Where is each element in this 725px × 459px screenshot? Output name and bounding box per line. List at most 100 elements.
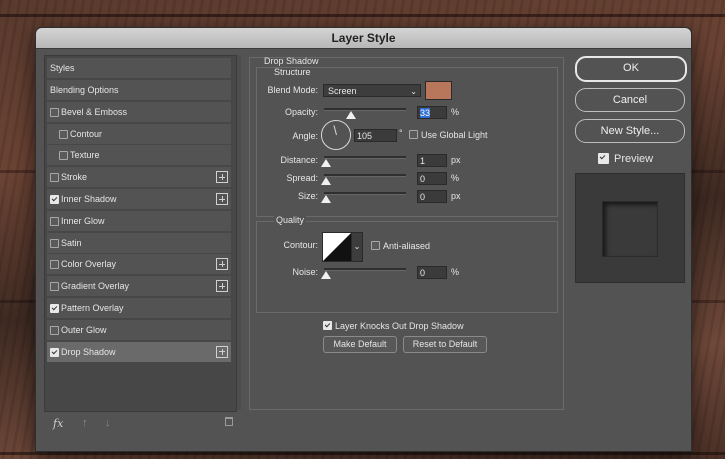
spread-input[interactable]: 0: [417, 172, 447, 185]
style-item-blending-options[interactable]: Blending Options: [47, 80, 231, 101]
style-item-label: Gradient Overlay: [61, 281, 130, 292]
anti-aliased-checkbox[interactable]: [371, 241, 380, 250]
contour-preview[interactable]: [322, 232, 352, 262]
structure-group: Structure Blend Mode: Screen ⌄ Opacity: …: [256, 67, 558, 217]
opacity-unit: %: [451, 107, 460, 117]
spread-slider-track[interactable]: [324, 174, 406, 177]
style-item-label: Drop Shadow: [61, 346, 116, 357]
distance-slider-track[interactable]: [324, 156, 406, 159]
preview-thumbnail: [575, 173, 685, 283]
add-effect-plus-icon[interactable]: [216, 193, 228, 205]
angle-input[interactable]: 105: [354, 129, 397, 142]
style-item-label: Satin: [61, 237, 82, 248]
style-item-satin[interactable]: Satin: [47, 232, 231, 254]
spread-slider-thumb[interactable]: [321, 177, 331, 185]
contour-dropdown-chevron-icon[interactable]: ⌄: [351, 232, 363, 262]
move-up-icon[interactable]: ↑: [82, 417, 88, 429]
style-item-outer-glow[interactable]: Outer Glow: [47, 319, 231, 341]
style-item-label: Color Overlay: [61, 259, 117, 270]
noise-unit: %: [451, 267, 460, 277]
global-light-label: Use Global Light: [421, 130, 488, 140]
drop-shadow-panel: Drop Shadow Structure Blend Mode: Screen…: [249, 56, 564, 410]
noise-input[interactable]: 0: [417, 266, 447, 279]
opacity-label: Opacity:: [284, 107, 318, 117]
styles-footer: fx ↑ ↓: [44, 413, 235, 433]
new-style-button[interactable]: New Style...: [575, 119, 685, 143]
styles-header[interactable]: Styles: [47, 58, 231, 79]
size-slider-track[interactable]: [324, 192, 406, 195]
chevron-down-icon: ⌄: [410, 87, 417, 96]
style-item-label: Pattern Overlay: [61, 303, 124, 313]
style-checkbox[interactable]: [50, 347, 59, 357]
distance-input[interactable]: 1: [417, 154, 447, 167]
make-default-button[interactable]: Make Default: [323, 336, 397, 353]
style-checkbox[interactable]: [50, 304, 59, 313]
style-item-inner-shadow[interactable]: Inner Shadow: [47, 189, 231, 210]
style-checkbox[interactable]: [50, 216, 59, 226]
distance-slider-thumb[interactable]: [321, 159, 331, 167]
angle-dial[interactable]: [321, 120, 351, 150]
style-item-texture[interactable]: Texture: [47, 145, 231, 167]
style-checkbox[interactable]: [59, 151, 68, 161]
noise-slider-track[interactable]: [324, 268, 406, 271]
contour-label: Contour:: [283, 240, 318, 250]
style-checkbox[interactable]: [50, 195, 59, 204]
preview-checkbox[interactable]: [598, 153, 609, 164]
noise-slider-thumb[interactable]: [321, 271, 331, 279]
style-item-contour[interactable]: Contour: [47, 123, 231, 145]
style-item-color-overlay[interactable]: Color Overlay: [47, 254, 231, 276]
opacity-slider-track[interactable]: [324, 108, 406, 111]
size-label: Size:: [297, 191, 318, 201]
move-down-icon[interactable]: ↓: [105, 417, 111, 429]
style-item-label: Inner Shadow: [61, 194, 117, 204]
style-checkbox[interactable]: [50, 325, 59, 335]
style-item-label: Blending Options: [50, 85, 119, 95]
styles-scrollbar[interactable]: [237, 55, 241, 410]
size-slider-thumb[interactable]: [321, 195, 331, 203]
ok-button[interactable]: OK: [575, 56, 687, 82]
style-item-bevel-emboss[interactable]: Bevel & Emboss: [47, 101, 231, 123]
knockout-checkbox[interactable]: [323, 321, 332, 330]
global-light-checkbox[interactable]: [409, 130, 418, 139]
styles-list: Styles Blending Options Bevel & Emboss Con…: [44, 55, 237, 412]
style-checkbox[interactable]: [50, 107, 59, 117]
noise-label: Noise:: [292, 267, 318, 277]
angle-label: Angle:: [292, 131, 318, 141]
size-unit: px: [451, 191, 461, 201]
style-checkbox[interactable]: [50, 260, 59, 270]
add-effect-plus-icon[interactable]: [216, 280, 228, 293]
reset-to-default-button[interactable]: Reset to Default: [403, 336, 487, 353]
cancel-button[interactable]: Cancel: [575, 88, 685, 112]
size-input[interactable]: 0: [417, 190, 447, 203]
blend-mode-select[interactable]: Screen ⌄: [323, 84, 421, 97]
style-item-drop-shadow[interactable]: Drop Shadow: [47, 341, 231, 363]
structure-title: Structure: [274, 67, 311, 77]
trash-icon[interactable]: [225, 417, 233, 426]
add-effect-plus-icon[interactable]: [216, 258, 228, 271]
style-checkbox[interactable]: [50, 282, 59, 292]
style-checkbox[interactable]: [50, 238, 59, 248]
dialog-title: Layer Style: [36, 28, 691, 49]
style-item-label: Inner Glow: [61, 215, 105, 226]
opacity-slider-thumb[interactable]: [346, 111, 357, 119]
add-effect-plus-icon[interactable]: [216, 345, 228, 358]
layer-style-dialog: Layer Style Styles Blending Options Bevel…: [35, 27, 692, 452]
style-item-label: Outer Glow: [61, 324, 107, 335]
style-checkbox[interactable]: [50, 173, 59, 183]
style-item-label: Contour: [70, 128, 103, 139]
quality-group: Quality Contour: ⌄ Anti-aliased Noise: 0…: [256, 215, 558, 313]
opacity-input[interactable]: 33: [417, 106, 447, 119]
fx-icon[interactable]: fx: [53, 417, 63, 430]
style-item-inner-glow[interactable]: Inner Glow: [47, 210, 231, 232]
style-item-stroke[interactable]: Stroke: [47, 167, 231, 189]
blend-mode-label: Blend Mode:: [267, 85, 318, 95]
style-item-pattern-overlay[interactable]: Pattern Overlay: [47, 298, 231, 319]
preview-square: [602, 201, 658, 257]
style-checkbox[interactable]: [59, 129, 68, 139]
quality-title: Quality: [274, 215, 307, 225]
section-title: Drop Shadow: [264, 56, 319, 66]
add-effect-plus-icon[interactable]: [216, 171, 228, 184]
style-item-label: Stroke: [61, 172, 88, 183]
shadow-color-swatch[interactable]: [425, 81, 452, 100]
style-item-gradient-overlay[interactable]: Gradient Overlay: [47, 276, 231, 298]
